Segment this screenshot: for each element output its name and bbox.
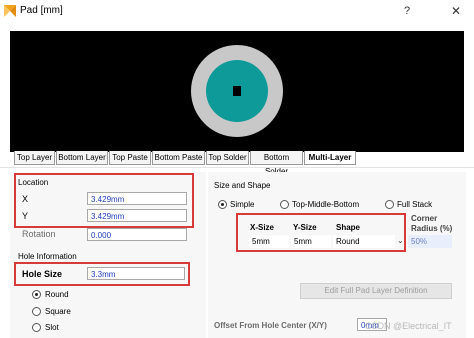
edit-full-pad-layer-button[interactable]: Edit Full Pad Layer Definition <box>300 283 452 299</box>
window-title: Pad [mm] <box>20 5 63 16</box>
location-group-label: Location <box>18 178 49 187</box>
hole-shape-round-label: Round <box>45 290 69 299</box>
x-label: X <box>22 194 29 204</box>
hole-shape-slot-radio[interactable] <box>32 323 41 332</box>
tab-bottom-solder[interactable]: Bottom Solder <box>250 151 303 176</box>
y-size-cell[interactable]: 5mm <box>291 235 331 248</box>
corner-radius-cell[interactable]: 50% <box>408 235 452 248</box>
corner-radius-header: Corner Radius (%) <box>411 214 453 233</box>
shape-select[interactable]: Round <box>333 235 395 248</box>
y-label: Y <box>22 211 29 221</box>
shape-header: Shape <box>336 223 361 232</box>
hole-shape-slot-label: Slot <box>45 323 59 332</box>
rotation-input[interactable]: 0.000 <box>87 228 187 241</box>
size-shape-group-label: Size and Shape <box>214 181 271 190</box>
app-logo-icon <box>4 5 16 17</box>
tab-bottom-layer[interactable]: Bottom Layer <box>56 151 108 165</box>
mode-top-middle-bottom-radio[interactable] <box>280 200 289 209</box>
hole-shape-square-radio[interactable] <box>32 307 41 316</box>
watermark-text: CSDN @Electrical_IT <box>365 321 452 331</box>
mode-top-middle-bottom-label: Top-Middle-Bottom <box>292 200 360 209</box>
x-size-header: X-Size <box>250 223 275 232</box>
hole-size-label: Hole Size <box>22 269 63 279</box>
tab-multi-layer[interactable]: Multi-Layer <box>304 151 356 165</box>
y-size-header: Y-Size <box>293 223 317 232</box>
mode-full-stack-radio[interactable] <box>385 200 394 209</box>
pad-preview <box>10 31 464 152</box>
hole-group-label: Hole Information <box>18 252 77 261</box>
pad-hole-marker <box>233 86 241 96</box>
tab-separator <box>0 167 474 168</box>
tab-top-paste[interactable]: Top Paste <box>109 151 151 165</box>
right-panel <box>208 172 466 338</box>
offset-label: Offset From Hole Center (X/Y) <box>214 321 327 330</box>
mode-simple-label: Simple <box>230 200 255 209</box>
chevron-down-icon[interactable]: ⌄ <box>397 236 404 245</box>
hole-size-input[interactable]: 3.3mm <box>87 267 185 280</box>
help-button[interactable]: ? <box>392 0 422 22</box>
mode-simple-radio[interactable] <box>218 200 227 209</box>
mode-full-stack-label: Full Stack <box>397 200 433 209</box>
tab-bottom-paste[interactable]: Bottom Paste <box>152 151 205 165</box>
tab-top-layer[interactable]: Top Layer <box>14 151 55 165</box>
x-size-cell[interactable]: 5mm <box>249 235 289 248</box>
hole-shape-round-radio[interactable] <box>32 290 41 299</box>
y-input[interactable]: 3.429mm <box>87 209 187 222</box>
pad-preview-drawing <box>191 45 283 137</box>
rotation-label: Rotation <box>22 229 56 239</box>
tab-top-solder[interactable]: Top Solder <box>206 151 249 165</box>
close-button[interactable]: ✕ <box>438 0 474 22</box>
x-input[interactable]: 3.429mm <box>87 192 187 205</box>
hole-shape-square-label: Square <box>45 307 71 316</box>
